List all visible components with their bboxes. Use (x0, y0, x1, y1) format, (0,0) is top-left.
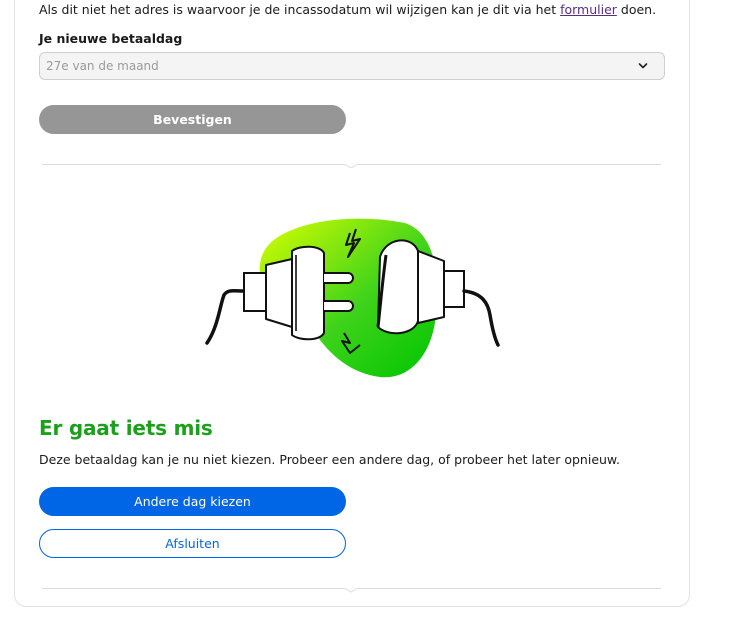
chevron-down-icon (638, 63, 648, 69)
payday-label: Je nieuwe betaaldag (39, 31, 183, 46)
close-button[interactable]: Afsluiten (39, 529, 346, 558)
intro-text: Als dit niet het adres is waarvoor je de… (39, 2, 656, 18)
confirm-button[interactable]: Bevestigen (39, 105, 346, 134)
unplugged-cable-illustration (205, 218, 500, 378)
error-message: Deze betaaldag kan je nu niet kiezen. Pr… (39, 452, 620, 467)
section-divider (42, 164, 661, 168)
intro-text-before: Als dit niet het adres is waarvoor je de… (39, 2, 561, 17)
payday-selected-value: 27e van de maand (46, 59, 159, 73)
error-title: Er gaat iets mis (39, 416, 213, 440)
choose-other-day-button[interactable]: Andere dag kiezen (39, 487, 346, 516)
section-divider-bottom (42, 588, 661, 593)
form-link[interactable]: formulier (560, 2, 617, 17)
payday-select[interactable]: 27e van de maand (39, 52, 665, 80)
intro-text-after: doen. (616, 2, 657, 17)
